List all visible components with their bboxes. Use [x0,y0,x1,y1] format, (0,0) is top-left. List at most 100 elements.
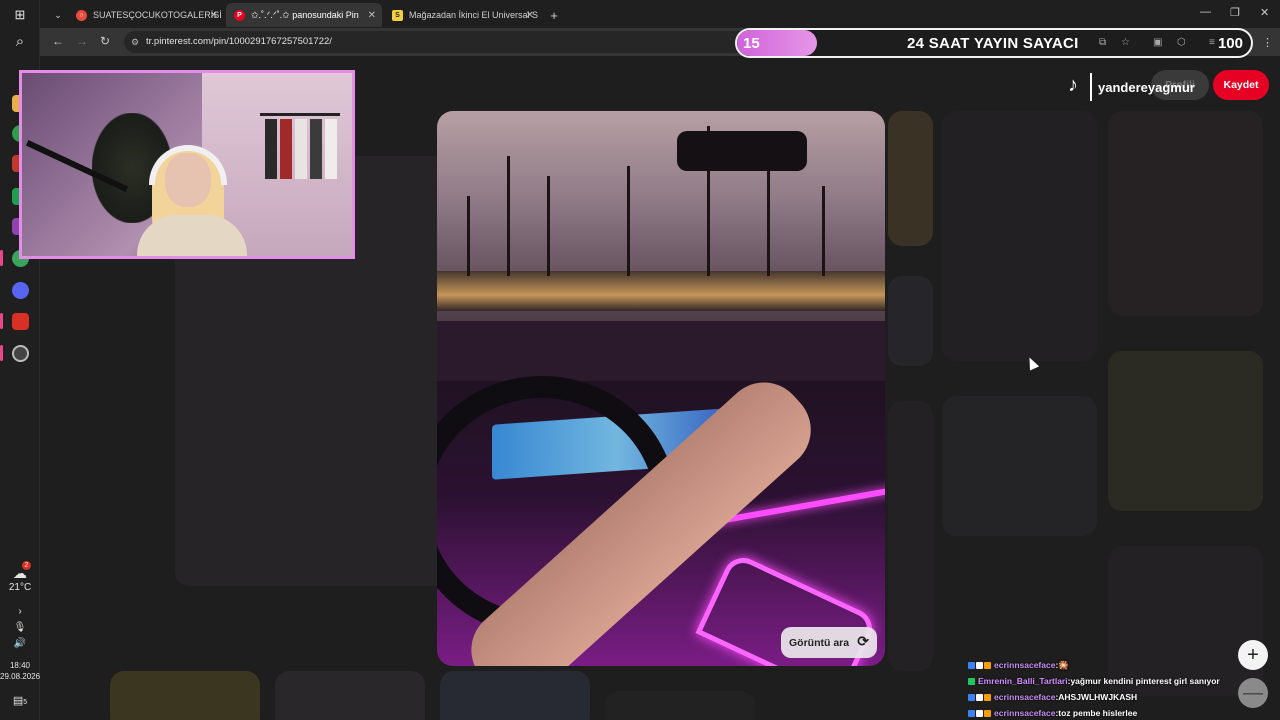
clock-time[interactable]: 18:40 [0,661,40,670]
tiktok-overlay: ♪ yandereyagmur [1062,70,1195,104]
chat-message: ecrinnsaceface : toz pembe hislerlee [968,705,1268,720]
puzzle-icon[interactable]: ⬡ [1177,37,1186,48]
palm-tree [467,196,470,276]
chat-text: 🎇 [1058,660,1069,670]
volume-icon[interactable]: 🔊 [0,638,40,649]
app-icon[interactable] [12,313,29,330]
clothing [310,119,322,179]
extension-icon[interactable]: ▣ [1153,37,1162,48]
chat-text: AHSJWLHWJKASH [1058,692,1138,702]
body [137,215,247,256]
badge-icon [984,661,991,669]
back-arrow-icon[interactable]: ← [52,34,64,48]
counter-right-value: 100 [1217,35,1243,52]
stream-counter: 15 24 SAAT YAYIN SAYACI ⧉ ☆ ▣ ⬡ ≡ 100 [735,28,1253,58]
badge-icon [968,693,975,701]
background-pin [942,111,1097,361]
kebab-menu-icon[interactable]: ⋮ [1262,36,1273,49]
palm-tree [822,186,825,276]
browser-tabbar: ⌄ ○ SUATESÇOCUKOTOGALERİSİ M ✕ P ✩.˚.ᐟ.ᐟ… [40,0,1280,28]
site-info-icon[interactable]: ⚙ [131,31,139,53]
tiktok-icon: ♪ [1068,74,1078,96]
zoom-in-button[interactable]: + [1238,640,1268,670]
clothing [280,119,292,179]
close-icon[interactable]: ✕ [368,10,376,21]
pin-image[interactable] [437,111,885,666]
chevron-down-icon: ⌄ [54,9,62,20]
lens-search-icon: ⟳ [857,633,869,649]
active-app-marker [0,313,3,329]
menu-icon[interactable]: ≡ [1209,37,1215,48]
chat-message: ecrinnsaceface : 🎇 [968,657,1268,673]
visual-search-button[interactable]: Görüntü ara ⟳ [781,627,877,658]
temperature-label: 21°C [8,582,32,593]
address-bar[interactable]: ⚙ tr.pinterest.com/pin/10002917672575017… [124,31,784,53]
chat-username: ecrinnsaceface [994,660,1056,670]
close-icon[interactable]: ✕ [210,10,218,21]
search-icon[interactable]: ⌕ [11,32,29,50]
star-icon[interactable]: ☆ [1121,37,1130,48]
clothing [325,119,337,179]
install-icon[interactable]: ⧉ [1099,37,1106,48]
chat-text: toz pembe hislerlee [1058,708,1138,718]
clothing [265,119,277,179]
badge-icon [984,693,991,701]
chat-badges [968,693,991,701]
tiktok-username: yandereyagmur [1098,79,1195,95]
discord-icon[interactable] [12,282,29,299]
badge-icon [968,661,975,669]
badge-icon [984,709,991,717]
url-text: tr.pinterest.com/pin/1000291767257501722… [146,36,332,47]
badge-icon [968,677,975,685]
counter-title: 24 SAAT YAYIN SAYACI [907,35,1079,52]
chat-badges [968,709,991,717]
chevron-right-icon[interactable]: › [0,606,40,617]
mic-icon[interactable]: 🎙 [0,622,40,633]
restore-icon[interactable]: ❐ [1230,6,1240,19]
palm-tree [627,166,630,276]
badge-icon [976,661,983,669]
tab-favicon-icon: ○ [76,9,87,21]
rear-view-mirror [677,131,807,171]
notification-icon[interactable]: ▤5 [0,694,40,707]
close-icon[interactable]: ✕ [526,10,534,21]
background-pin [275,671,425,720]
tab-title: Mağazadan İkinci El Universal S [409,10,539,20]
chat-text: yağmur kendini pinterest girl sanıyor [1070,676,1220,686]
background-pin [1108,351,1263,511]
tab-list-button[interactable]: ⌄ [46,3,70,27]
chat-badges [968,677,975,685]
zoom-out-button[interactable]: — [1238,678,1268,708]
windows-start-icon[interactable]: ⊞ [11,6,29,24]
screen: ⊞ ⌕ ☁ 2 21°C › 🎙 🔊 18:40 29.08.2026 ▤5 ⌄ … [0,0,1280,720]
notification-count: 5 [23,699,28,706]
background-pin [110,671,260,720]
obs-icon[interactable] [12,345,29,362]
counter-left-value: 15 [743,35,760,52]
active-app-marker [0,345,3,361]
forward-arrow-icon[interactable]: → [76,34,88,48]
background-pin [605,691,755,720]
save-button[interactable]: Kaydet [1213,70,1269,100]
background-pin [440,671,590,720]
reload-icon[interactable]: ↻ [100,34,110,48]
clock-date[interactable]: 29.08.2026 [0,672,40,681]
minus-icon: — [1243,681,1263,704]
weather-widget[interactable]: ☁ 2 21°C [0,561,40,593]
plus-icon: + [1247,643,1259,666]
background-pin [888,401,933,671]
tab-2[interactable]: S Mağazadan İkinci El Universal S ✕ [384,3,540,27]
streamer [127,145,247,256]
chat-message: ecrinnsaceface : AHSJWLHWJKASH [968,689,1268,705]
background-pin [1108,111,1263,316]
minimize-icon[interactable]: — [1200,6,1211,18]
tab-1[interactable]: P ✩.˚.ᐟ.ᐟ˚.✩ panosundaki Pin ✕ [226,3,382,27]
cloud-icon: ☁ 2 [0,561,40,582]
new-tab-button[interactable]: + [542,3,566,27]
tab-title: ✩.˚.ᐟ.ᐟ˚.✩ panosundaki Pin [251,9,359,20]
palm-tree [547,176,550,276]
close-window-icon[interactable]: ✕ [1260,6,1269,19]
tab-0[interactable]: ○ SUATESÇOCUKOTOGALERİSİ M ✕ [68,3,224,27]
tab-favicon-icon: S [392,9,403,21]
badge-icon [976,693,983,701]
